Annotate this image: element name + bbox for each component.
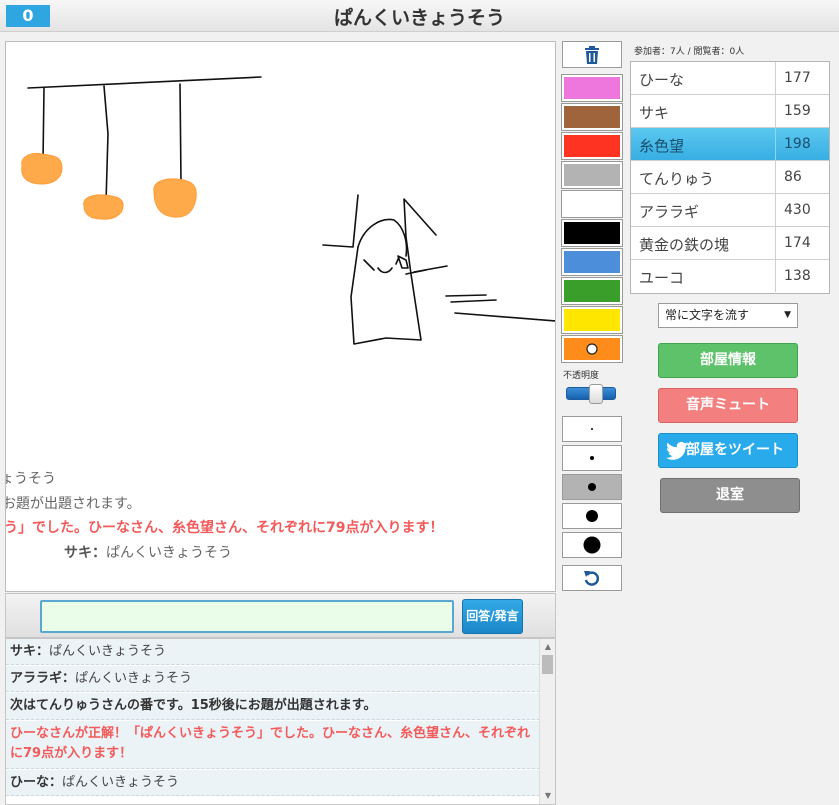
player-row: アララギ 430 [631, 194, 829, 227]
player-name: ユーコ [639, 269, 685, 287]
canvas-chat-line: お題が出題されます。 [5, 496, 141, 512]
player-name: 糸色望 [639, 137, 685, 155]
player-score: 138 [775, 260, 831, 292]
brush-size-4[interactable] [562, 503, 622, 529]
brush-size-5[interactable] [562, 532, 622, 558]
chat-row: 次はてんりゅうさんの番です。15秒後にお題が出題されます。 [6, 693, 540, 720]
player-row: 黄金の鉄の塊 174 [631, 227, 829, 260]
opacity-knob[interactable] [589, 384, 603, 404]
opacity-label: 不透明度 [563, 371, 600, 381]
player-name: 黄金の鉄の塊 [639, 236, 730, 254]
scroll-down-icon[interactable]: ▼ [542, 791, 554, 801]
player-row: てんりゅう 86 [631, 161, 829, 194]
chat-row: ひーな：ぱんくいきょうそう [6, 770, 540, 796]
player-score-table: ひーな 177 サキ 159 糸色望 198 てんりゅう 86 アララギ 430… [630, 61, 830, 294]
player-score: 177 [775, 62, 831, 94]
opacity-slider[interactable] [566, 384, 618, 404]
brush-dot-icon [588, 483, 596, 491]
player-score: 159 [775, 95, 831, 127]
undo-button[interactable] [562, 565, 622, 591]
select-value: 常に文字を流す [665, 308, 750, 322]
chat-user-name: サキ： [10, 644, 50, 659]
chat-message: 次はてんりゅうさんの番です。15秒後にお題が出題されます。 [10, 698, 377, 713]
color-swatch[interactable] [561, 103, 623, 131]
chat-user-name: ひーな： [10, 775, 63, 790]
brush-dot-icon [591, 428, 593, 430]
player-name: てんりゅう [639, 170, 715, 188]
brush-size-1[interactable] [562, 416, 622, 442]
chat-message: ぱんくいきょうそう [49, 644, 167, 659]
answer-submit-button[interactable]: 回答/発言 [462, 599, 523, 634]
chat-row: ひーなさんが正解！「ぱんくいきょうそう」でした。ひーなさん、糸色望さん、それぞれ… [6, 721, 540, 769]
chat-message: ひーなさんが正解！「ぱんくいきょうそう」でした。ひーなさん、糸色望さん、それぞれ… [10, 726, 531, 761]
twitter-bird-icon [666, 441, 688, 460]
color-swatch[interactable] [561, 248, 623, 276]
player-name: アララギ [639, 203, 700, 221]
dropdown-arrow-icon: ▼ [784, 310, 791, 320]
player-score: 198 [775, 128, 831, 160]
brush-size-3-selected[interactable] [562, 474, 622, 500]
chat-scrollbar[interactable]: ▲ ▼ [539, 639, 555, 804]
chat-row: アララギ：ぱんくいきょうそう [6, 666, 540, 692]
canvas-chat-line: ょうそう [5, 471, 56, 487]
color-swatch[interactable] [561, 190, 623, 218]
canvas-chat-line: サキ：ぱんくいきょうそう [64, 542, 232, 562]
player-row: サキ 159 [631, 95, 829, 128]
chat-message: ぱんくいきょうそう [62, 775, 180, 790]
exit-room-button[interactable]: 退室 [660, 478, 800, 513]
player-row: ユーコ 138 [631, 260, 829, 293]
color-swatch[interactable] [561, 306, 623, 334]
tweet-room-button[interactable]: 部屋をツイート [658, 433, 798, 468]
player-score: 174 [775, 227, 831, 259]
brush-dot-icon [583, 536, 601, 554]
trash-icon [585, 45, 599, 64]
chat-log[interactable]: サキ：ぱんくいきょうそう アララギ：ぱんくいきょうそう 次はてんりゅうさんの番で… [5, 638, 556, 805]
color-swatch[interactable] [561, 219, 623, 247]
player-name: サキ [639, 104, 670, 122]
chat-message: ぱんくいきょうそう [106, 545, 232, 561]
color-swatch[interactable] [561, 161, 623, 189]
brush-dot-icon [586, 510, 598, 522]
room-info-button[interactable]: 部屋情報 [658, 343, 798, 378]
undo-icon [584, 571, 600, 586]
chat-message: ぱんくいきょうそう [75, 671, 193, 686]
tweet-label: 部屋をツイート [686, 442, 784, 458]
scroll-up-icon[interactable]: ▲ [542, 642, 554, 652]
chat-user-name: サキ： [64, 545, 106, 561]
scroll-thumb[interactable] [542, 655, 553, 674]
page-title: ぱんくいきょうそう [333, 7, 505, 29]
color-swatch[interactable] [561, 277, 623, 305]
chat-scroll-mode-select[interactable]: 常に文字を流す ▼ [658, 303, 798, 328]
player-score: 430 [775, 194, 831, 226]
brush-size-2[interactable] [562, 445, 622, 471]
top-bar: 0 ぱんくいきょうそう [0, 0, 839, 32]
player-row-active: 糸色望 198 [631, 128, 829, 161]
answer-bar: 回答/発言 [5, 593, 556, 638]
canvas-chat-line: う」でした。ひーなさん、糸色望さん、それぞれに79点が入ります！ [5, 520, 444, 536]
player-score: 86 [775, 161, 831, 193]
chat-row: サキ：ぱんくいきょうそう [6, 639, 540, 665]
player-row: ひーな 177 [631, 62, 829, 95]
color-swatch-selected[interactable] [561, 335, 623, 363]
participants-count: 参加者：7人 / 閲覧者：0人 [634, 47, 745, 57]
color-swatch[interactable] [561, 74, 623, 102]
clear-canvas-button[interactable] [562, 41, 622, 68]
brush-dot-icon [590, 456, 594, 460]
player-name: ひーな [639, 71, 685, 89]
chat-user-name: アララギ： [10, 671, 76, 686]
drawing-canvas[interactable]: ょうそう お題が出題されます。 う」でした。ひーなさん、糸色望さん、それぞれに7… [5, 41, 556, 592]
answer-input[interactable] [40, 600, 454, 633]
color-swatch[interactable] [561, 132, 623, 160]
selected-color-marker-icon [586, 343, 598, 355]
mute-button[interactable]: 音声ミュート [658, 388, 798, 423]
